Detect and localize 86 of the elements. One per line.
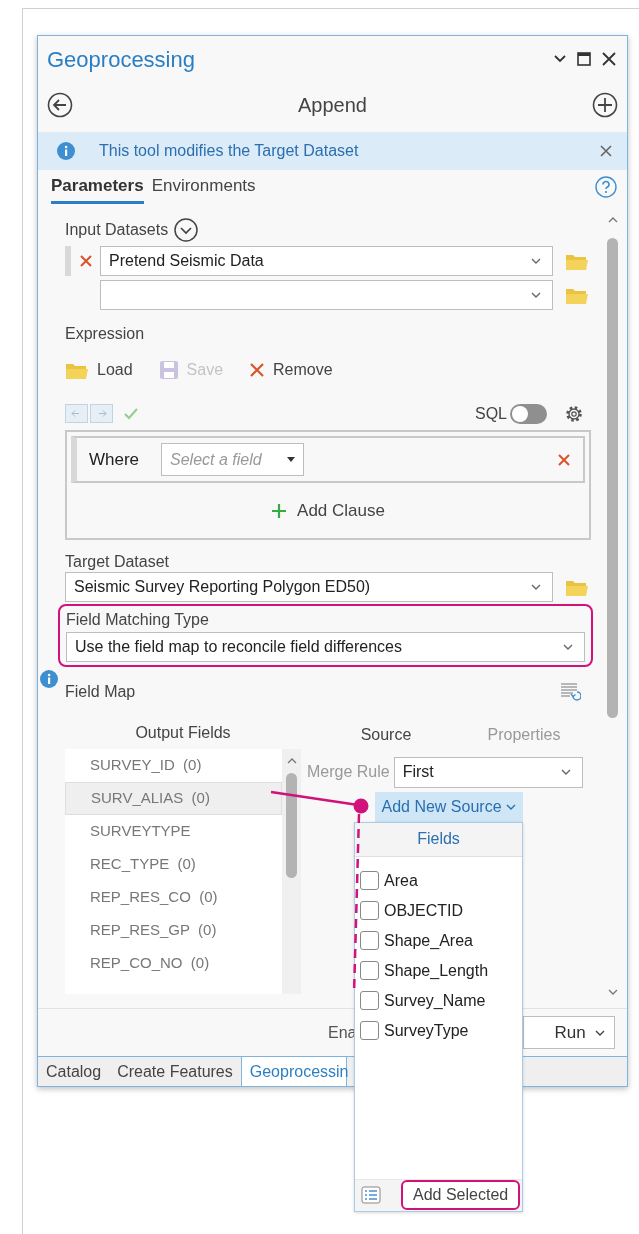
sql-label: SQL — [475, 404, 507, 424]
dropdown-field[interactable]: First — [393, 756, 583, 788]
list-item[interactable]: SURVEY_ID (0) — [65, 748, 282, 782]
field-value: Pretend Seismic Data — [109, 251, 265, 271]
field-label: Field Matching Type — [66, 609, 210, 630]
checkbox-label: Survey_Name — [384, 990, 486, 1011]
checkbox-label: Shape_Area — [384, 930, 473, 951]
chevron-down-icon — [562, 642, 574, 651]
add-clause-button[interactable]: Add Clause — [271, 498, 385, 524]
list-item[interactable]: REC_TYPE (0) — [65, 847, 282, 881]
tab[interactable]: Source — [317, 720, 455, 749]
chevron-down-icon — [594, 1028, 606, 1037]
field-label: Target Dataset — [65, 551, 171, 572]
remove-icon[interactable] — [557, 452, 571, 467]
tab[interactable]: Create Features — [109, 1057, 241, 1086]
tab[interactable]: Environments — [151, 172, 256, 204]
caret-icon — [287, 457, 295, 462]
checkbox-label: OBJECTID — [384, 900, 464, 921]
dropdown-field[interactable]: Use the field map to reconcile field differences — [66, 631, 585, 662]
add-new-source-button[interactable]: Add New Source — [375, 791, 523, 822]
plus-icon — [271, 502, 288, 519]
dropdown-field[interactable] — [100, 280, 553, 310]
toolbar-button[interactable]: Remove — [249, 358, 333, 382]
window-title: Geoprocessing — [47, 45, 196, 74]
maximize-icon[interactable] — [577, 52, 591, 66]
checkbox[interactable] — [360, 871, 379, 890]
checkbox-label: SurveyType — [384, 1020, 469, 1041]
scroll-up-icon[interactable] — [607, 216, 618, 224]
toolbar-button[interactable]: Load — [65, 358, 133, 382]
chevron-down-icon — [530, 582, 542, 591]
banner-message: This tool modifies the Target Dataset — [99, 141, 360, 161]
expand-icon[interactable] — [174, 218, 199, 242]
remove-icon — [249, 362, 266, 378]
field-value: Seismic Survey Reporting Polygon ED50) — [74, 576, 372, 597]
scroll-up-icon[interactable] — [286, 756, 297, 765]
placeholder-text: Select a field — [170, 449, 263, 470]
list-item[interactable]: SURVEYTYPE — [65, 814, 282, 848]
field-label: Expression — [65, 324, 146, 344]
scrollbar[interactable] — [282, 748, 301, 994]
sql-toggle[interactable] — [510, 404, 547, 424]
field-label: Input Datasets — [65, 220, 169, 240]
dropdown-field[interactable]: Pretend Seismic Data — [100, 246, 553, 276]
checkbox[interactable] — [360, 931, 379, 950]
scrollbar-thumb[interactable] — [607, 238, 618, 718]
clause-label: Where — [89, 448, 141, 471]
list-item[interactable]: REP_RES_GP (0) — [65, 913, 282, 947]
save-icon — [158, 360, 179, 380]
chevron-down-icon — [559, 768, 572, 776]
info-icon — [57, 142, 75, 160]
add-selected-button[interactable]: Add Selected — [401, 1180, 521, 1210]
checkbox-label: Shape_Length — [384, 960, 489, 981]
back-icon[interactable] — [47, 91, 73, 118]
list-item[interactable]: REP_RES_CO (0) — [65, 880, 282, 914]
info-icon — [40, 669, 58, 688]
column-header: Output Fields — [134, 722, 232, 743]
chevron-down-icon — [504, 802, 517, 811]
close-icon[interactable] — [601, 51, 617, 67]
field-label: Field Map — [65, 681, 136, 702]
checkbox[interactable] — [360, 991, 379, 1010]
checkbox[interactable] — [360, 901, 379, 920]
checkbox-label: Area — [384, 870, 418, 891]
tab[interactable]: Catalog — [38, 1057, 110, 1086]
settings-icon[interactable] — [563, 403, 585, 425]
run-button[interactable]: Run — [523, 1016, 615, 1049]
list-icon[interactable] — [361, 1186, 381, 1204]
drag-handle[interactable] — [65, 246, 71, 276]
popup-header: Fields — [355, 822, 522, 857]
field-value: Use the field map to reconcile field differences — [75, 636, 403, 657]
list-item[interactable]: SURV_ALIAS (0) — [65, 781, 282, 815]
checkbox[interactable] — [360, 1021, 379, 1040]
checkbox[interactable] — [360, 961, 379, 980]
dropdown-field[interactable]: Seismic Survey Reporting Polygon ED50) — [65, 571, 553, 602]
tool-title: Append — [297, 92, 368, 118]
reset-list-icon[interactable] — [559, 680, 581, 703]
field-value: First — [402, 762, 435, 782]
tab[interactable]: Parameters — [51, 172, 144, 204]
help-icon[interactable] — [595, 176, 617, 198]
remove-icon[interactable] — [78, 254, 93, 268]
field-label: Merge Rule — [307, 762, 390, 782]
chevron-down-icon — [530, 257, 542, 265]
add-icon[interactable] — [592, 91, 618, 118]
scroll-down-icon[interactable] — [607, 988, 618, 996]
check-icon[interactable] — [123, 407, 139, 421]
chevron-down-icon — [530, 291, 542, 299]
list-item[interactable]: REP_CO_NO (0) — [65, 946, 282, 980]
scrollbar-thumb[interactable] — [286, 772, 297, 878]
